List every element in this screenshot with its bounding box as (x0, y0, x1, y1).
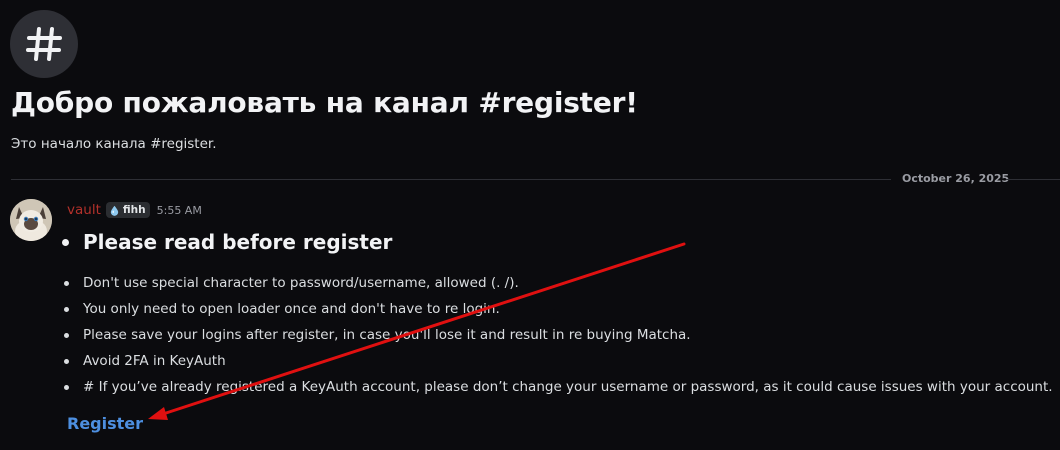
list-item: Don't use special character to password/… (64, 270, 1053, 296)
bullet-point (64, 280, 69, 286)
list-item: # If you’ve already registered a KeyAuth… (64, 374, 1053, 400)
hash-icon (26, 27, 62, 61)
message-timestamp[interactable]: 5:55 AM (157, 204, 202, 217)
divider-line (11, 179, 891, 180)
list-item: You only need to open loader once and do… (64, 296, 1053, 322)
divider-line (1006, 179, 1060, 180)
rule-text: Avoid 2FA in KeyAuth (83, 353, 226, 369)
message-heading-item: Please read before register (60, 230, 392, 254)
channel-welcome-subtitle: Это начало канала #register. (11, 136, 217, 152)
list-item: Avoid 2FA in KeyAuth (64, 348, 1053, 374)
arrow-head (148, 407, 168, 420)
rule-text: # If you’ve already registered a KeyAuth… (83, 379, 1053, 395)
avatar[interactable] (10, 199, 52, 241)
bullet-point (64, 384, 69, 390)
channel-view: Добро пожаловать на канал #register! Это… (0, 0, 1060, 450)
message-heading: Please read before register (83, 230, 393, 254)
author-username[interactable]: vault (67, 202, 101, 218)
channel-hash-badge (10, 10, 78, 78)
bullet-point (62, 238, 69, 246)
rules-list: Don't use special character to password/… (64, 270, 1053, 400)
rule-text: Please save your logins after register, … (83, 327, 691, 343)
water-drop-icon (110, 205, 119, 216)
divider-date: October 26, 2025 (902, 172, 1010, 185)
rule-text: Don't use special character to password/… (83, 275, 519, 291)
server-tag-label: fihh (122, 204, 146, 216)
bullet-point (64, 306, 69, 312)
channel-welcome-title: Добро пожаловать на канал #register! (11, 86, 638, 119)
message-header: vault fihh 5:55 AM (67, 202, 202, 218)
cat-avatar-image (10, 199, 52, 241)
bullet-point (64, 358, 69, 364)
list-item: Please save your logins after register, … (64, 322, 1053, 348)
date-divider: October 26, 2025 (11, 172, 1060, 185)
register-link[interactable]: Register (67, 414, 143, 433)
bullet-point (64, 332, 69, 338)
rule-text: You only need to open loader once and do… (83, 301, 500, 317)
server-tag[interactable]: fihh (105, 202, 150, 218)
